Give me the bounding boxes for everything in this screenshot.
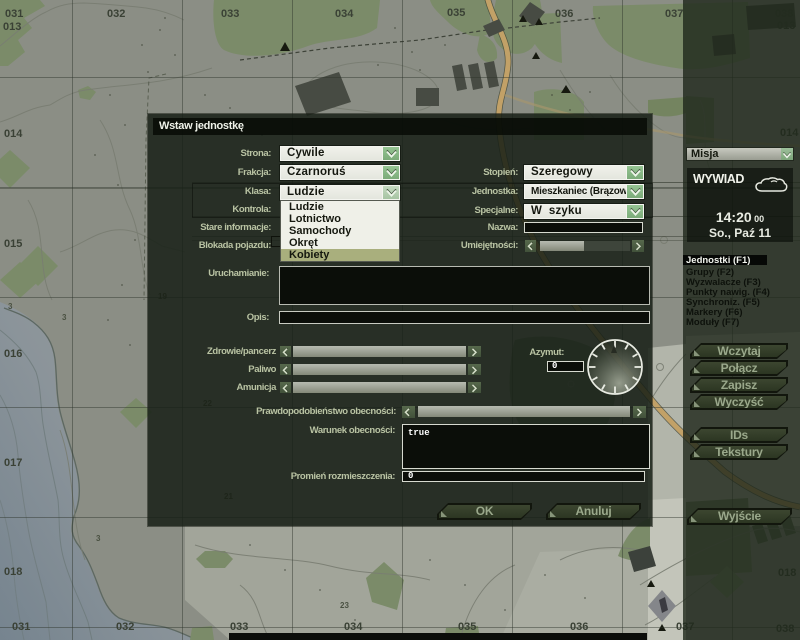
- svg-text:034: 034: [335, 8, 354, 20]
- svg-text:3: 3: [62, 313, 67, 322]
- svg-text:036: 036: [570, 621, 588, 633]
- svg-text:016: 016: [4, 348, 22, 360]
- svg-text:033: 033: [230, 621, 248, 633]
- svg-text:031: 031: [12, 621, 30, 633]
- svg-text:035: 035: [458, 621, 476, 633]
- svg-text:017: 017: [4, 457, 22, 469]
- svg-text:013: 013: [3, 21, 21, 33]
- svg-text:032: 032: [107, 8, 125, 20]
- svg-text:018: 018: [4, 566, 22, 578]
- svg-text:23: 23: [340, 601, 349, 610]
- svg-text:037: 037: [665, 8, 683, 20]
- svg-text:032: 032: [116, 621, 134, 633]
- svg-text:014: 014: [4, 128, 23, 140]
- svg-text:3: 3: [8, 302, 13, 311]
- svg-text:033: 033: [221, 8, 239, 20]
- svg-text:015: 015: [4, 238, 22, 250]
- svg-text:3: 3: [96, 534, 101, 543]
- svg-text:036: 036: [555, 8, 573, 20]
- svg-text:034: 034: [344, 621, 363, 633]
- svg-text:035: 035: [447, 7, 465, 19]
- svg-text:031: 031: [5, 8, 23, 20]
